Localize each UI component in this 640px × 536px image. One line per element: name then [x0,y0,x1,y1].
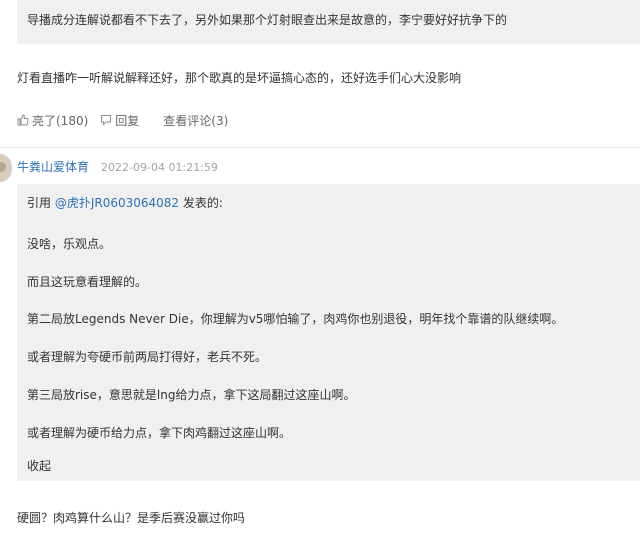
quote-line: 第三局放rise，意思就是lng给力点，拿下这局翻过这座山啊。 [27,388,356,402]
quoted-comment-top: 导播成分连解说都看不下去了，另外如果那个灯射眼查出来是故意的，李宁要好好抗争下的 [17,0,640,44]
like-label: 亮了(180) [32,113,89,128]
quote-line: 或者理解为夸硬币前两局打得好，老兵不死。 [27,350,268,364]
post-header: 牛粪山爱体育 2022-09-04 01:21:59 [17,158,218,175]
divider [0,147,640,148]
avatar[interactable] [0,154,12,182]
view-comments-label: 查看评论(3) [163,113,229,128]
quote-suffix: 发表的: [179,196,223,210]
username-link[interactable]: 牛粪山爱体育 [17,158,89,175]
quote-line: 而且这玩意看理解的。 [27,275,148,289]
post-timestamp: 2022-09-04 01:21:59 [101,161,218,174]
quote-line: 或者理解为硬币给力点，拿下肉鸡翻过这座山啊。 [27,426,292,440]
quoted-user-link[interactable]: @虎扑JR0603064082 [55,196,179,210]
quote-block: 引用 @虎扑JR0603064082 发表的: 没啥，乐观点。 而且这玩意看理解… [17,184,640,481]
thumbs-up-icon [17,114,29,126]
reply-button[interactable]: 回复 [100,112,139,129]
reply-icon [101,115,112,126]
post-body: 硬圆？肉鸡算什么山？是季后赛没赢过你吗 [17,511,246,525]
quote-line: 没啥，乐观点。 [27,237,112,251]
like-button[interactable]: 亮了(180) [17,112,88,129]
quote-prefix: 引用 [27,196,55,210]
quote-line: 第二局放Legends Never Die，你理解为v5哪怕输了，肉鸡你也别退役… [27,312,564,326]
reply-body: 灯看直播咋一听解说解释还好，那个歌真的是坏逼搞心态的，还好选手们心大没影响 [17,71,462,85]
quote-attribution: 引用 @虎扑JR0603064082 发表的: [27,194,223,211]
quoted-comment-text: 导播成分连解说都看不下去了，另外如果那个灯射眼查出来是故意的，李宁要好好抗争下的 [27,13,508,27]
reply-actions: 亮了(180) 回复 查看评论(3) [17,112,228,128]
reply-label: 回复 [115,113,140,128]
view-comments-button[interactable]: 查看评论(3) [163,112,228,129]
collapse-link[interactable]: 收起 [27,457,51,474]
